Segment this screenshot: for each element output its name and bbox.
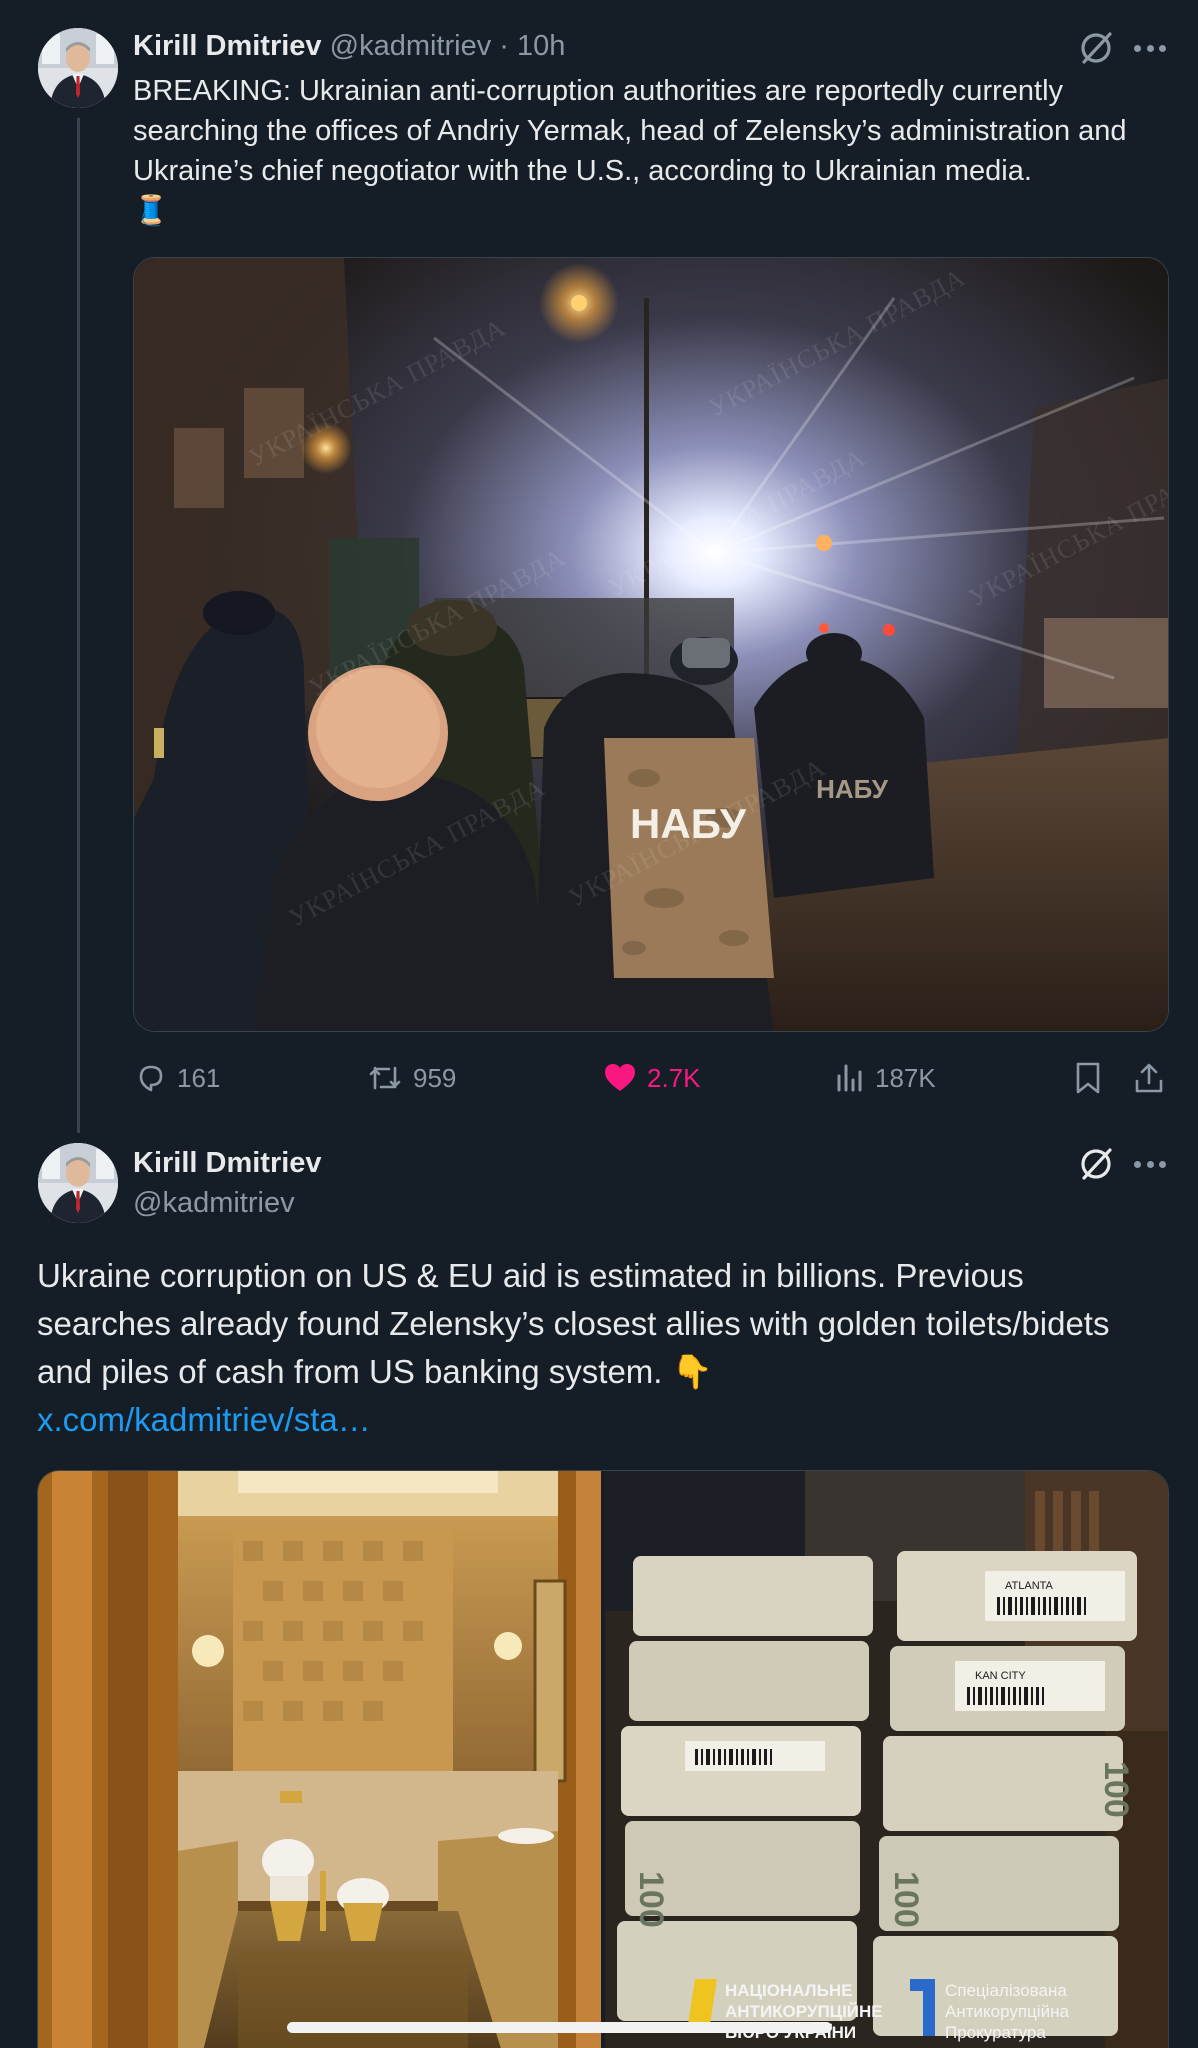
share-button[interactable] xyxy=(1133,1055,1165,1101)
reply-count: 161 xyxy=(177,1062,221,1093)
sap-logo: Спеціалізована Антикорупційна Прокуратур… xyxy=(910,1979,1069,2042)
thread-emoji: 🧵 xyxy=(133,195,170,227)
pointing-down-emoji: 👇 xyxy=(671,1353,713,1390)
avatar[interactable] xyxy=(38,1143,118,1223)
reply-icon xyxy=(139,1065,163,1092)
timeline: Kirill Dmitriev @kadmitriev · 10h BREAKI… xyxy=(0,0,1198,2048)
views-button[interactable]: 187K xyxy=(835,1055,936,1101)
bookmark-icon xyxy=(1076,1062,1100,1094)
separator: · xyxy=(499,30,509,62)
tweet-actions: 161 959 2.7K 187K xyxy=(133,1055,1173,1101)
band-label-100: 100 xyxy=(887,1871,925,1928)
photo-golden-bathroom[interactable] xyxy=(38,1471,601,2048)
tweet-photo-grid: 100 ATLANTA KAN CITY 100 100 НАЦІОНАЛЬНЕ… xyxy=(37,1470,1169,2048)
home-indicator[interactable] xyxy=(287,2022,832,2033)
reply-button[interactable]: 161 xyxy=(135,1055,220,1101)
logo2-line3: Прокуратура xyxy=(945,2023,1046,2042)
logo2-line1: Спеціалізована xyxy=(945,1981,1067,2000)
logo1-line2: АНТИКОРУПЦІЙНЕ xyxy=(725,2002,883,2021)
views-count: 187K xyxy=(875,1062,936,1093)
heart-icon xyxy=(605,1064,635,1091)
repost-button[interactable]: 959 xyxy=(367,1055,456,1101)
author-handle[interactable]: @kadmitriev xyxy=(133,1185,295,1221)
timestamp[interactable]: 10h xyxy=(517,30,565,62)
tweet-body: Ukraine corruption on US & EU aid is est… xyxy=(37,1257,1110,1390)
tweet-text: BREAKING: Ukrainian anti-corruption auth… xyxy=(133,71,1178,231)
author-line: Kirill Dmitriev @kadmitriev · 10h xyxy=(133,28,565,64)
logo1-line1: НАЦІОНАЛЬНЕ xyxy=(725,1981,852,2000)
thread-connector xyxy=(77,118,80,1133)
author-handle[interactable]: @kadmitriev xyxy=(330,30,492,62)
avatar[interactable] xyxy=(38,28,118,108)
tweet-text: Ukraine corruption on US & EU aid is est… xyxy=(37,1252,1157,1444)
views-icon xyxy=(837,1064,862,1092)
repost-icon xyxy=(369,1066,401,1090)
photo-cash-stacks[interactable]: 100 ATLANTA KAN CITY 100 100 НАЦІОНАЛЬНЕ… xyxy=(605,1471,1168,2048)
grok-icon[interactable] xyxy=(1078,30,1114,71)
share-icon xyxy=(1135,1063,1163,1093)
tweet-body: BREAKING: Ukrainian anti-corruption auth… xyxy=(133,75,1127,187)
repost-count: 959 xyxy=(413,1062,457,1093)
more-icon[interactable] xyxy=(1134,30,1166,66)
logo2-line2: Антикорупційна xyxy=(945,2002,1069,2021)
grok-icon[interactable] xyxy=(1078,1146,1114,1187)
like-button[interactable]: 2.7K xyxy=(603,1055,701,1101)
tweet-link[interactable]: x.com/kadmitriev/sta… xyxy=(37,1401,371,1438)
author-name[interactable]: Kirill Dmitriev xyxy=(133,30,322,62)
bookmark-button[interactable] xyxy=(1073,1055,1103,1101)
more-icon[interactable] xyxy=(1134,1146,1166,1182)
band-label-100: 100 xyxy=(1097,1761,1135,1818)
like-count: 2.7K xyxy=(647,1062,701,1093)
band-label-100: 100 xyxy=(632,1871,670,1928)
band-label-atlanta: ATLANTA xyxy=(1005,1580,1054,1592)
tweet-photo[interactable]: НАБУ НАБУ УКРАЇНСЬКА ПРАВДА УКРАЇНСЬКА П… xyxy=(133,257,1169,1032)
author-name[interactable]: Kirill Dmitriev xyxy=(133,1145,322,1181)
band-label-kancity: KAN CITY xyxy=(975,1670,1026,1682)
